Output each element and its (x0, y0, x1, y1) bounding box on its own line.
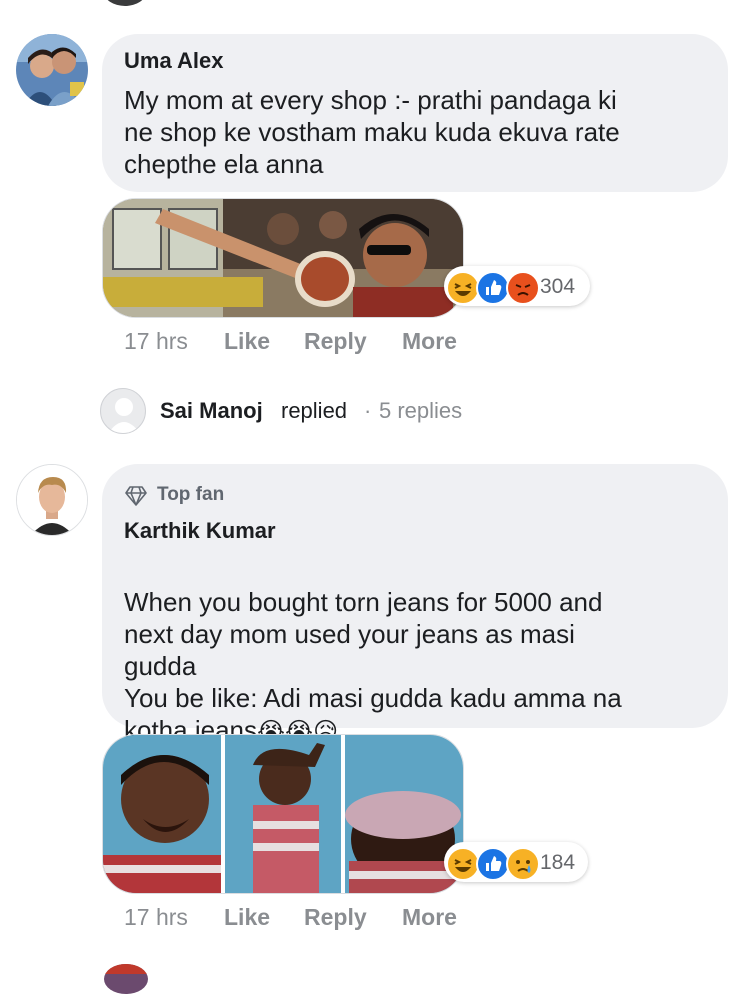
comment-author[interactable]: Karthik Kumar (124, 518, 276, 544)
comment-time[interactable]: 17 hrs (124, 328, 188, 355)
like-button[interactable]: Like (224, 904, 270, 931)
like-button[interactable]: Like (224, 328, 270, 355)
next-reply-avatar (104, 964, 148, 994)
haha-icon (446, 271, 480, 305)
comment-bubble: Top fan Karthik Kumar When you bought to… (102, 464, 728, 745)
replier-avatar (100, 388, 146, 434)
comment-time[interactable]: 17 hrs (124, 904, 188, 931)
comment-actions: 17 hrs Like Reply More (124, 328, 524, 358)
reply-button[interactable]: Reply (304, 904, 367, 931)
angry-icon (506, 271, 540, 305)
avatar-karthik-kumar[interactable] (16, 464, 88, 536)
separator-dot: · (364, 398, 372, 423)
comment-author[interactable]: Uma Alex (124, 48, 223, 74)
comment-gif[interactable] (102, 734, 464, 894)
diamond-icon (124, 485, 148, 507)
comment-text: My mom at every shop :- prathi pandaga k… (124, 85, 620, 179)
avatar-uma-alex[interactable] (16, 34, 88, 106)
like-icon (476, 847, 510, 881)
comment-bubble: Uma Alex My mom at every shop :- prathi … (102, 34, 728, 192)
previous-avatar (104, 0, 146, 6)
reaction-summary[interactable]: 304 (444, 266, 590, 306)
haha-icon (446, 847, 480, 881)
reply-count: 5 replies (379, 398, 463, 423)
view-replies-link[interactable]: Sai Manoj replied · 5 replies (100, 388, 520, 434)
replier-name: Sai Manoj (160, 398, 263, 423)
sad-icon (506, 847, 540, 881)
more-button[interactable]: More (402, 328, 457, 355)
reaction-summary[interactable]: 184 (444, 842, 588, 882)
comment-actions: 17 hrs Like Reply More (124, 904, 524, 934)
badge-label: Top fan (157, 484, 225, 505)
reaction-count: 184 (540, 851, 576, 874)
comment-text-body: When you bought torn jeans for 5000 and … (124, 587, 622, 745)
like-icon (476, 271, 510, 305)
comment-gif[interactable] (102, 198, 464, 318)
reaction-count: 304 (540, 275, 576, 298)
more-button[interactable]: More (402, 904, 457, 931)
comment-text: When you bought torn jeans for 5000 and … (124, 554, 724, 747)
reply-button[interactable]: Reply (304, 328, 367, 355)
replied-verb: replied (281, 398, 348, 423)
